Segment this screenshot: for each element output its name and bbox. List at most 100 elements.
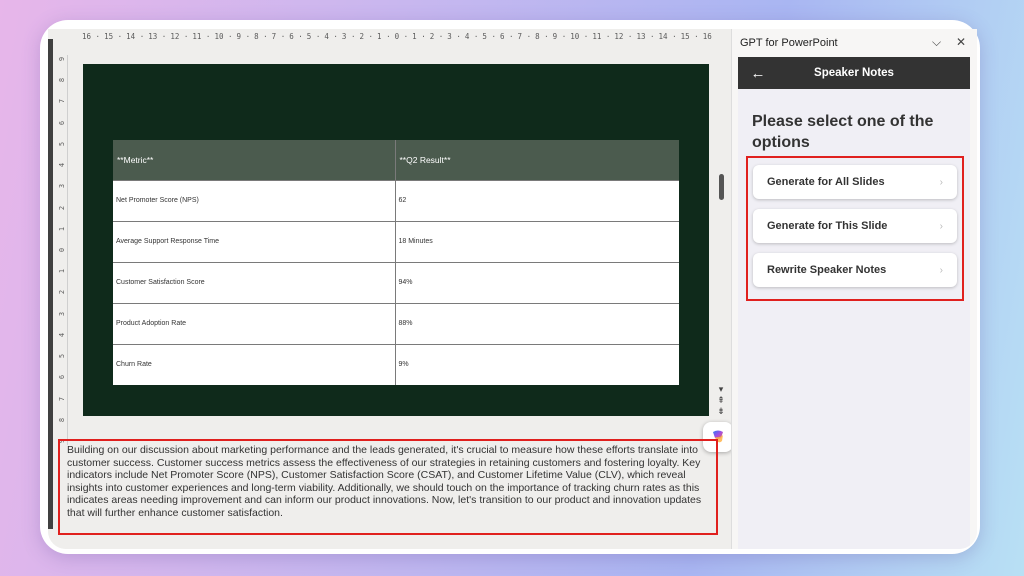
ruler-tick-label: 11 · [592,31,611,41]
pane-title: GPT for PowerPoint [740,37,838,49]
ruler-tick-label: 5 · [306,31,321,41]
ruler-tick-label: 1 · [377,31,391,41]
ruler-tick-label: 4 [58,332,67,337]
generate-all-slides-button[interactable]: Generate for All Slides › [753,165,957,199]
table-cell[interactable]: Average Support Response Time [113,220,396,262]
ruler-tick-label: 7 · [271,31,286,41]
pane-header: ← Speaker Notes [738,57,970,89]
table-header-row: **Metric** **Q2 Result** [113,140,679,180]
ruler-tick-label: 15 · [680,31,699,41]
ruler-tick-label: 12 · [170,31,189,41]
ruler-tick-label: 10 · [214,31,233,41]
ruler-tick-label: 16 · [82,31,101,41]
ruler-tick-label: 5 [58,353,67,359]
option-label: Generate for All Slides [767,176,885,188]
ruler-tick-label: 8 [58,417,67,422]
ruler-tick-label: 8 · [254,31,268,41]
chevron-right-icon: › [939,264,943,276]
next-slide-icon[interactable]: ⇟ [715,406,727,417]
ruler-tick-label: 7 · [517,31,532,41]
pane-header-title: Speaker Notes [814,67,894,79]
back-arrow-icon[interactable]: ← [738,65,778,82]
options-group: Generate for All Slides › Generate for T… [746,156,964,301]
ruler-tick-label: 3 [58,184,67,189]
table-cell[interactable]: 94% [395,261,679,303]
slide-canvas[interactable]: **Metric** **Q2 Result** Net Promoter Sc… [83,64,733,452]
pane-body: Please select one of the options Generat… [738,89,970,549]
ruler-tick-label: 5 [58,141,67,146]
ruler-tick-label: 4 [58,162,67,168]
ruler-tick-label: 7 [58,396,67,401]
ruler-tick-label: 14 · [658,31,677,41]
ruler-tick-label: 3 · [447,31,461,41]
generate-this-slide-button[interactable]: Generate for This Slide › [753,209,957,243]
table-header-cell[interactable]: **Q2 Result** [395,140,679,180]
ruler-tick-label: 1 · [412,31,426,41]
ruler-tick-label: 6 [58,375,67,380]
slide-editor: 16 · 15 · 14 · 13 · 12 · 11 · 10 · 9 · 8 · 7 · 6 ·… [48,29,733,549]
option-label: Rewrite Speaker Notes [767,264,887,276]
ruler-tick-label: 6 · [499,31,514,41]
previous-slide-icon[interactable]: ⇞ [715,395,727,406]
ruler-tick-label: 1 [58,226,67,231]
ruler-tick-label: 9 · [552,31,567,41]
option-label: Generate for This Slide [767,220,888,232]
ruler-tick-label: 6 · [289,31,303,41]
ruler-tick-label: 9 · [236,31,251,41]
ruler-tick-label: 0 · [394,31,409,41]
ruler-tick-label: 14 · [126,31,145,41]
ruler-tick-label: 12 · [614,31,633,41]
ruler-tick-label: 13 · [636,31,655,41]
table-row: Churn Rate 9% [113,343,679,385]
speaker-notes-box[interactable]: Building on our discussion about marketi… [58,439,718,535]
table-header-cell[interactable]: **Metric** [113,140,396,180]
table-cell[interactable]: Net Promoter Score (NPS) [113,179,396,221]
ruler-tick-label: 4 · [464,31,479,41]
ruler-tick-label: 2 · [429,31,444,41]
scroll-down-icon[interactable]: ▾ [715,384,727,395]
chevron-right-icon: › [939,176,943,188]
table-row: Average Support Response Time 18 Minutes [113,220,679,262]
options-prompt: Please select one of the options [752,113,934,151]
ruler-tick-label: 9 [58,56,67,62]
chevron-down-icon[interactable]: ⌵ [932,35,941,50]
ruler-tick-label: 11 · [192,31,211,41]
ruler-tick-label: 8 · [535,31,549,41]
horizontal-ruler: 16 · 15 · 14 · 13 · 12 · 11 · 10 · 9 · 8 · 7 · 6 ·… [82,29,712,43]
table-row: Customer Satisfaction Score 94% [113,261,679,303]
table-cell[interactable]: 18 Minutes [395,220,679,262]
vertical-ruler: 9876543210123456789 [58,55,68,445]
table-cell[interactable]: Churn Rate [113,343,396,385]
rewrite-speaker-notes-button[interactable]: Rewrite Speaker Notes › [753,253,957,287]
table-cell[interactable]: 9% [395,343,679,385]
table-cell[interactable]: Product Adoption Rate [113,302,396,344]
ruler-tick-label: 5 · [482,31,496,41]
ruler-tick-label: 2 · [359,31,374,41]
ruler-tick-label: 4 · [324,31,338,41]
table-cell[interactable]: 88% [395,302,679,344]
table-cell[interactable]: 62 [395,179,679,221]
ruler-tick-label: 15 · [104,31,123,41]
thumbnail-pane-edge [48,39,53,529]
metrics-table[interactable]: **Metric** **Q2 Result** Net Promoter Sc… [113,140,679,385]
ruler-tick-label: 10 · [570,31,589,41]
ruler-tick-label: 1 [58,269,67,274]
ruler-tick-label: 0 [58,247,67,253]
table-row: Net Promoter Score (NPS) 62 [113,179,679,221]
ruler-tick-label: 16 [702,31,712,41]
ruler-tick-label: 13 · [148,31,167,41]
chevron-right-icon: › [939,220,943,232]
ruler-tick-label: 2 [58,205,67,210]
ruler-tick-label: 7 [58,99,67,104]
table-cell[interactable]: Customer Satisfaction Score [113,261,396,303]
ruler-tick-label: 2 [58,290,67,295]
ruler-tick-label: 8 [58,78,67,83]
scroll-controls: ▾ ⇞ ⇟ [715,384,727,417]
app-window: 16 · 15 · 14 · 13 · 12 · 11 · 10 · 9 · 8 · 7 · 6 ·… [48,29,977,549]
vertical-scrollbar-thumb[interactable] [719,174,724,200]
ruler-tick-label: 6 [58,120,67,125]
table-row: Product Adoption Rate 88% [113,302,679,344]
close-icon[interactable]: ✕ [956,35,966,49]
ruler-tick-label: 3 · [341,31,356,41]
ruler-tick-label: 3 [58,311,67,316]
